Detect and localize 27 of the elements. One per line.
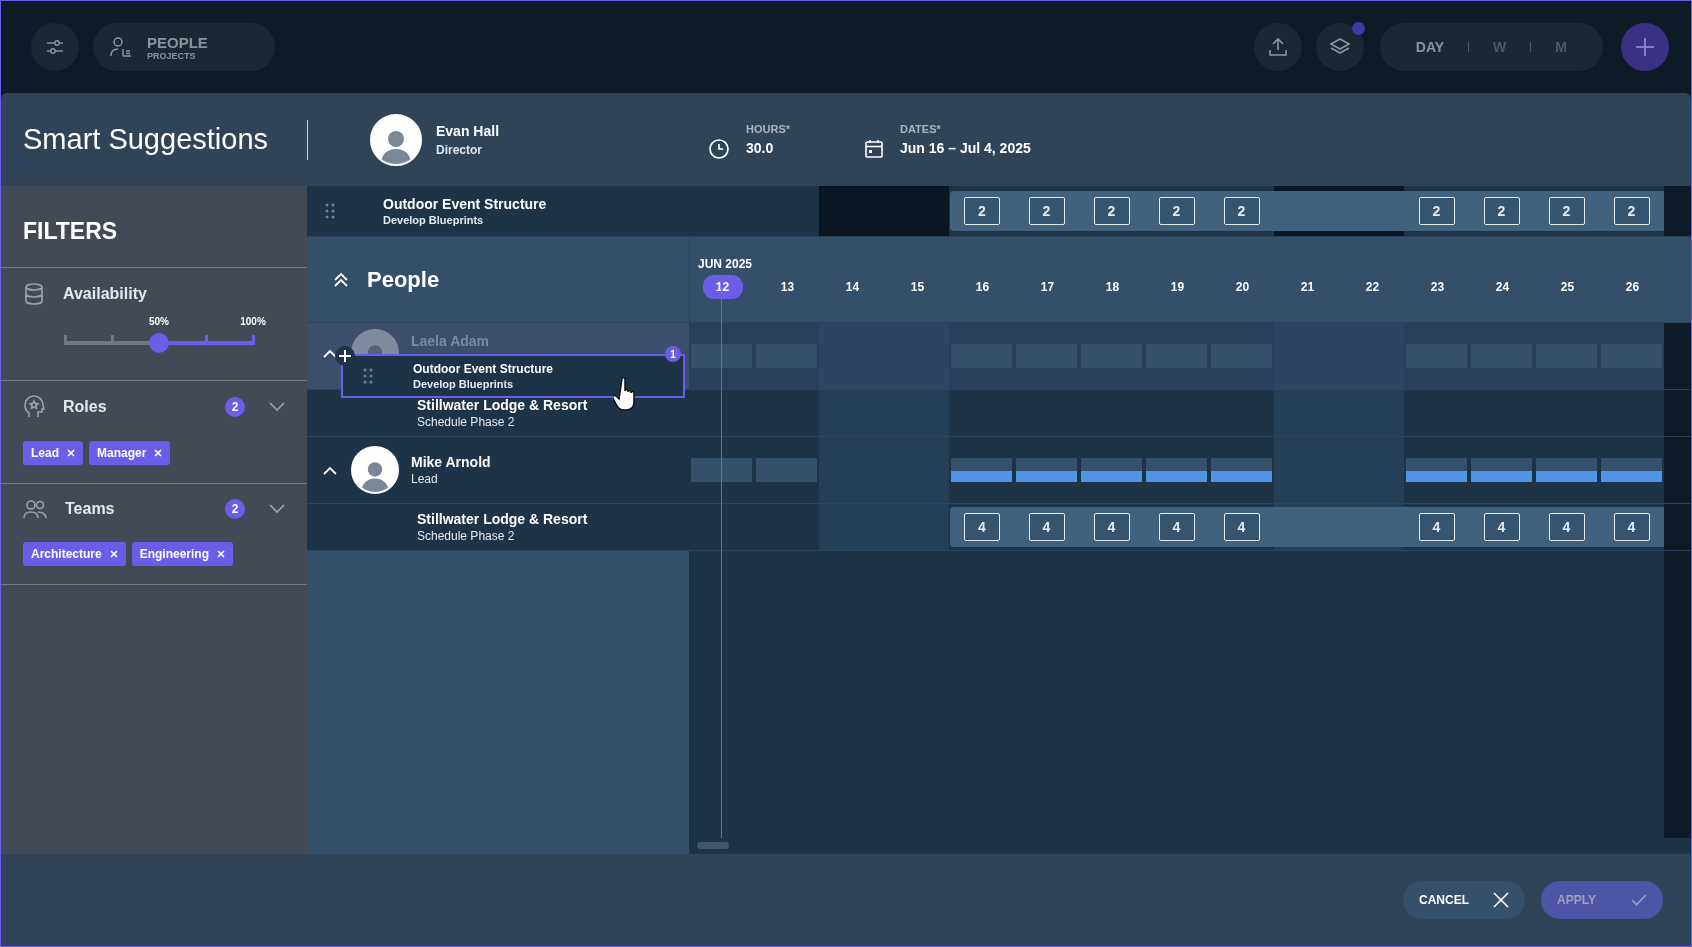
task-name: Schedule Phase 2 — [417, 529, 516, 543]
section-title: People — [367, 266, 440, 293]
filter-label: Availability — [63, 285, 148, 303]
task-name: Develop Blueprints — [383, 214, 485, 226]
task-name: Schedule Phase 2 — [417, 415, 516, 429]
project-name: Stillwater Lodge & Resort — [417, 397, 588, 413]
project-name: Stillwater Lodge & Resort — [417, 511, 588, 527]
count-badge: 2 — [225, 499, 245, 519]
person-name: Mike Arnold — [411, 454, 491, 470]
hours-label: HOURS* — [746, 123, 791, 135]
person-role: Lead — [411, 472, 439, 486]
panel-title: Smart Suggestions — [22, 123, 269, 156]
slider-mark-label: 50% — [149, 316, 169, 327]
task-name: Develop Blueprints — [413, 378, 515, 390]
filter-label: Teams — [65, 500, 116, 518]
hours-value: 30.0 — [746, 140, 775, 156]
slider-mark-label: 100% — [240, 316, 266, 327]
month-label: JUN 2025 — [697, 257, 754, 273]
dates-label: DATES* — [900, 123, 942, 135]
person-name: Evan Hall — [436, 122, 501, 139]
count-badge: 2 — [225, 397, 245, 417]
person-role: Director — [436, 142, 483, 157]
person-name: Laela Adam — [411, 333, 490, 349]
filter-label: Roles — [63, 398, 108, 416]
dates-value: Jun 16 – Jul 4, 2025 — [900, 140, 1031, 156]
project-name: Outdoor Event Structure — [413, 362, 553, 376]
project-name: Outdoor Event Structure — [383, 196, 547, 212]
